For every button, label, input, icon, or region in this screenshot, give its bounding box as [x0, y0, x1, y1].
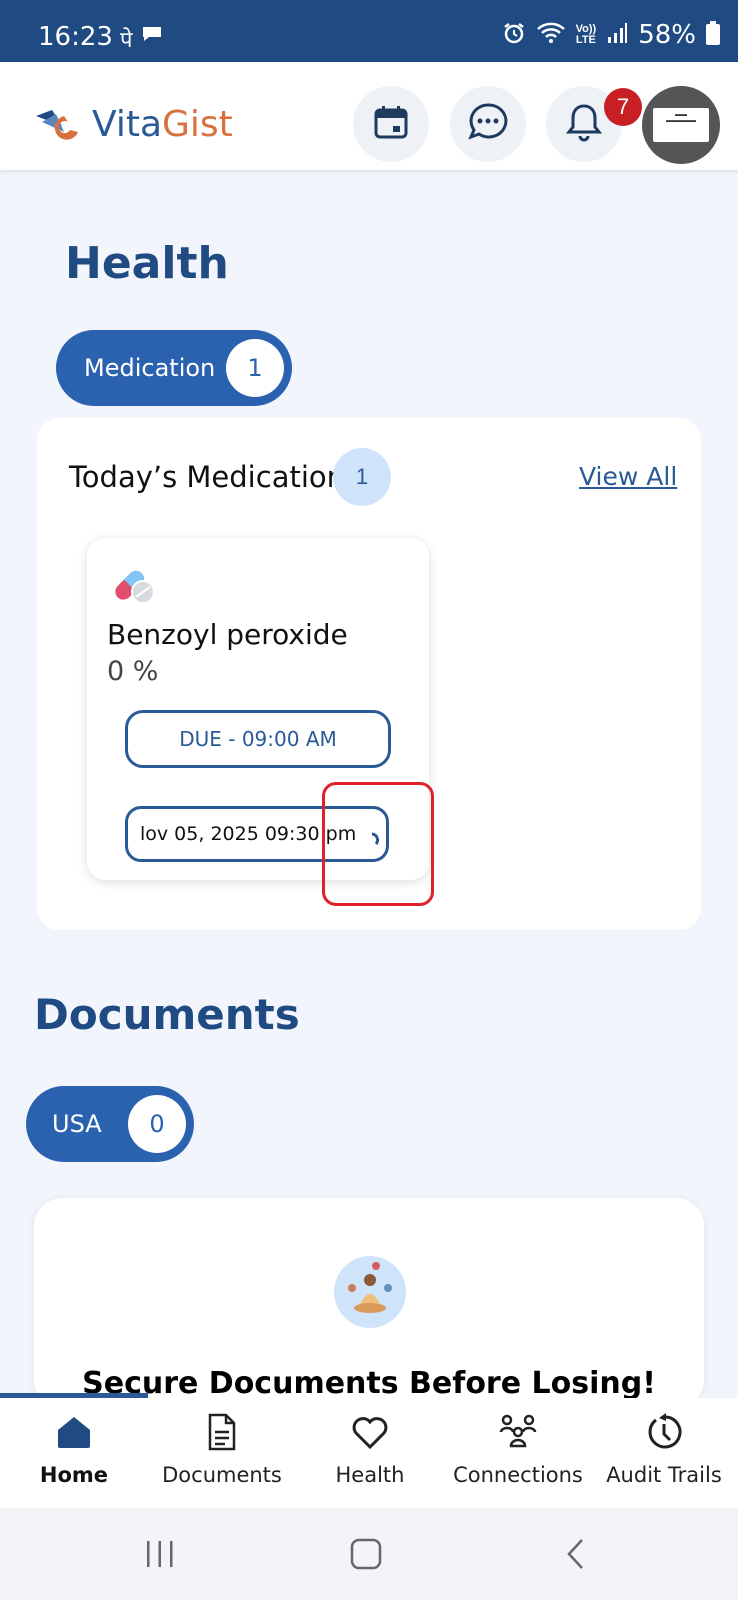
notification-badge: 7	[604, 88, 642, 126]
medication-name: Benzoyl peroxide	[107, 618, 348, 651]
status-time: 16:23	[38, 22, 113, 52]
lte-icon: Vo)) LTE	[575, 23, 597, 46]
wifi-icon	[536, 21, 566, 50]
back-chevron-icon	[564, 1538, 588, 1575]
todays-medications-count: 1	[333, 448, 391, 506]
medication-filter-label: Medication	[84, 354, 216, 382]
history-icon	[644, 1413, 684, 1456]
battery-icon	[706, 20, 720, 50]
chat-button[interactable]	[450, 86, 526, 162]
country-filter-pill[interactable]: USA 0	[26, 1086, 194, 1162]
documents-promo-card: Secure Documents Before Losing!	[34, 1198, 704, 1408]
todays-medications-label: Today’s Medications	[69, 460, 361, 494]
bell-icon	[565, 102, 603, 147]
battery-percent: 58%	[638, 20, 696, 50]
country-filter-label: USA	[52, 1110, 102, 1138]
nav-documents[interactable]: Documents	[148, 1412, 296, 1487]
meditation-illustration	[334, 1256, 406, 1328]
back-button[interactable]	[556, 1536, 596, 1576]
home-icon	[54, 1417, 94, 1456]
nav-audit-trails-label: Audit Trails	[606, 1463, 722, 1487]
documents-title: Documents	[34, 990, 300, 1039]
nav-health[interactable]: Health	[296, 1412, 444, 1487]
nav-connections[interactable]: Connections	[444, 1412, 592, 1487]
chat-bubble-icon	[141, 24, 163, 54]
chat-icon	[467, 101, 509, 148]
home-square-icon	[350, 1538, 382, 1575]
nav-home-label: Home	[39, 1463, 109, 1487]
due-time-button[interactable]: DUE - 09:00 AM	[125, 710, 391, 768]
document-icon	[202, 1413, 242, 1456]
nav-health-label: Health	[335, 1463, 405, 1487]
nav-home[interactable]: Home	[0, 1412, 148, 1487]
home-system-button[interactable]	[346, 1536, 386, 1576]
phonepe-icon: पे	[120, 28, 133, 53]
system-nav-bar	[0, 1508, 738, 1600]
connections-icon	[497, 1414, 539, 1456]
pill-icon	[107, 558, 157, 613]
bottom-nav: Home Documents Health Connections Audit …	[0, 1398, 738, 1508]
recent-apps-icon	[144, 1539, 176, 1574]
nav-documents-label: Documents	[162, 1463, 282, 1487]
vitagist-logo[interactable]: VitaGist	[34, 102, 233, 147]
nav-audit-trails[interactable]: Audit Trails	[590, 1412, 738, 1487]
medication-dose: 0 %	[107, 656, 159, 687]
heart-icon	[350, 1417, 390, 1456]
avatar[interactable]: ▬▬ ▬▬▬▬▬	[642, 86, 720, 164]
medication-filter-pill[interactable]: Medication 1	[56, 330, 292, 406]
recent-apps-button[interactable]	[140, 1536, 180, 1576]
logo-mark-icon	[34, 102, 86, 147]
highlight-box	[322, 782, 434, 906]
calendar-button[interactable]	[353, 86, 429, 162]
avatar-image: ▬▬ ▬▬▬▬▬	[653, 108, 709, 142]
view-all-link[interactable]: View All	[579, 462, 677, 491]
medication-filter-count: 1	[226, 339, 284, 397]
status-bar: 16:23 पे Vo)) LTE 58%	[0, 0, 738, 62]
health-title: Health	[65, 238, 229, 289]
alarm-icon	[502, 21, 526, 50]
country-filter-count: 0	[128, 1095, 186, 1153]
signal-icon	[606, 22, 628, 49]
nav-connections-label: Connections	[453, 1463, 583, 1487]
calendar-icon	[373, 104, 409, 145]
